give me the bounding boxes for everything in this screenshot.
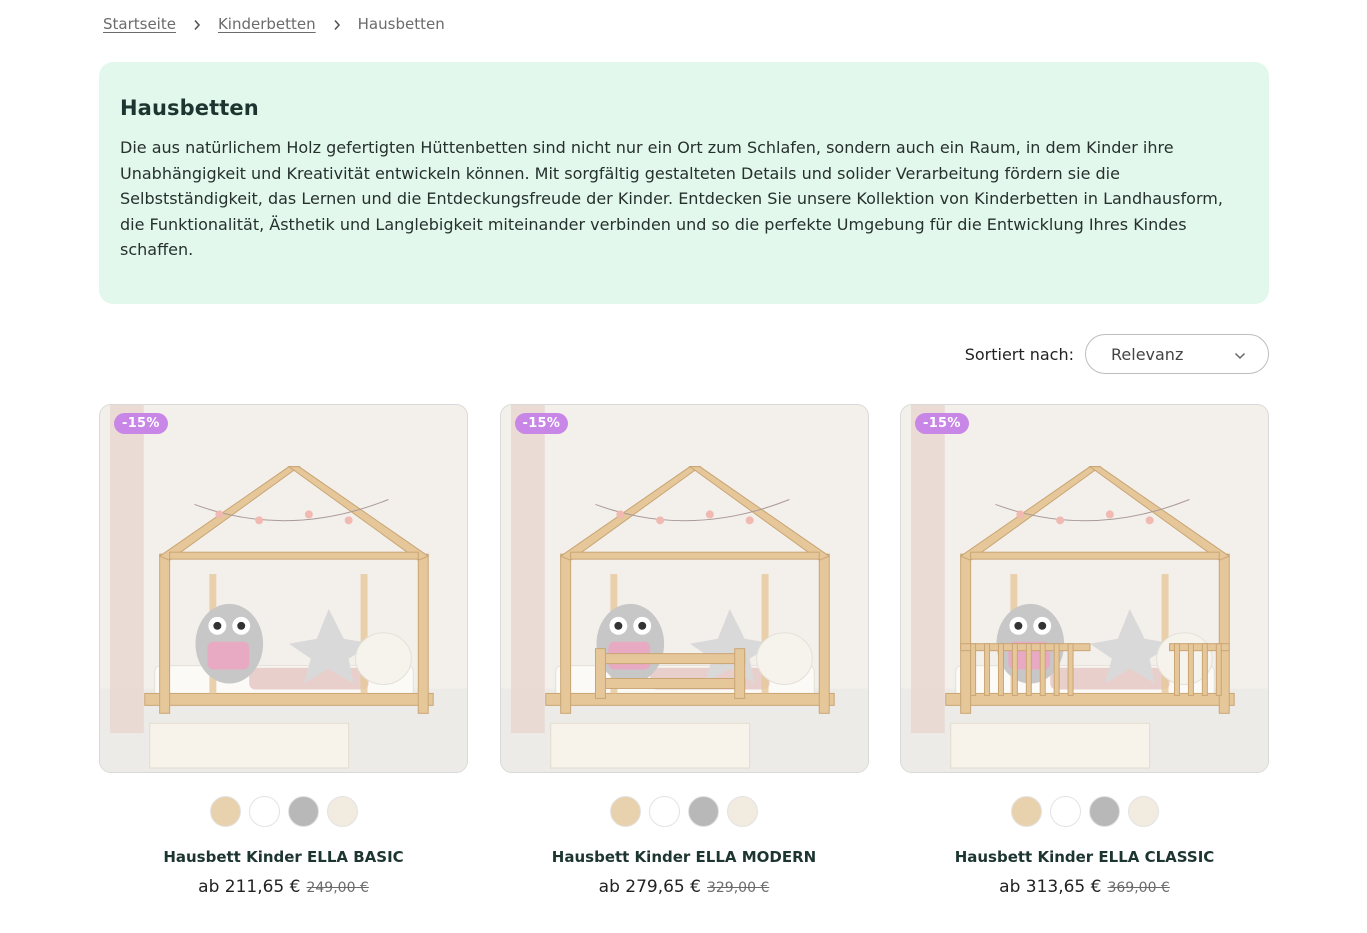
product-title[interactable]: Hausbett Kinder ELLA BASIC — [99, 848, 468, 866]
product-title[interactable]: Hausbett Kinder ELLA MODERN — [500, 848, 869, 866]
product-price: ab 279,65 € — [598, 877, 701, 897]
product-image[interactable]: -15% — [900, 404, 1269, 773]
color-swatches — [900, 796, 1269, 827]
breadcrumb: Startseite Kinderbetten Hausbetten — [103, 15, 445, 33]
product-card[interactable]: -15% Hausbett Kinder ELLA MODERN ab 279,… — [499, 404, 869, 897]
color-swatch[interactable] — [287, 796, 319, 827]
chevron-down-icon — [1234, 345, 1246, 364]
color-swatch[interactable] — [649, 796, 680, 827]
sort-select[interactable]: Relevanz — [1085, 334, 1269, 374]
product-title[interactable]: Hausbett Kinder ELLA CLASSIC — [900, 848, 1269, 866]
old-price: 369,00 € — [1107, 880, 1170, 896]
color-swatch[interactable] — [688, 796, 719, 827]
house-bed-image — [901, 405, 1268, 772]
sort-selected-value: Relevanz — [1111, 344, 1184, 364]
price-row: ab 279,65 € 329,00 € — [500, 877, 869, 897]
price-row: ab 313,65 € 369,00 € — [900, 877, 1269, 897]
price-row: ab 211,65 € 249,00 € — [99, 877, 468, 897]
old-price: 329,00 € — [706, 880, 770, 896]
product-card[interactable]: -15% Hausbett Kinder ELLA BASIC ab 211,6… — [99, 404, 468, 897]
breadcrumb-current: Hausbetten — [357, 15, 445, 33]
sort-label: Sortiert nach: — [964, 344, 1074, 364]
color-swatches — [99, 796, 468, 827]
sort-control: Sortiert nach: Relevanz — [965, 334, 1269, 374]
discount-badge: -15% — [114, 413, 168, 434]
color-swatch[interactable] — [209, 796, 241, 827]
house-bed-image — [100, 405, 467, 772]
color-swatches — [500, 796, 869, 827]
category-intro: Hausbetten Die aus natürlichem Holz gefe… — [99, 62, 1269, 304]
color-swatch[interactable] — [248, 796, 280, 827]
house-bed-image — [500, 405, 868, 772]
color-swatch[interactable] — [1049, 796, 1081, 827]
product-image[interactable]: -15% — [99, 404, 468, 773]
breadcrumb-link-home[interactable]: Startseite — [103, 15, 176, 33]
product-price: ab 313,65 € — [999, 877, 1102, 897]
color-swatch[interactable] — [326, 796, 358, 827]
discount-badge: -15% — [915, 413, 969, 434]
product-card[interactable]: -15% Hausbett Kinder ELLA CLASSIC ab 313… — [900, 404, 1269, 897]
breadcrumb-link-kinderbetten[interactable]: Kinderbetten — [218, 15, 316, 33]
discount-badge: -15% — [514, 413, 569, 434]
product-image[interactable]: -15% — [499, 404, 869, 773]
color-swatch[interactable] — [1127, 796, 1159, 827]
product-price: ab 211,65 € — [198, 877, 301, 897]
color-swatch[interactable] — [610, 796, 641, 827]
category-description: Die aus natürlichem Holz gefertigten Hüt… — [120, 138, 1223, 260]
product-grid: -15% Hausbett Kinder ELLA BASIC ab 211,6… — [99, 404, 1269, 897]
color-swatch[interactable] — [1010, 796, 1042, 827]
old-price: 249,00 € — [306, 880, 369, 896]
page-title: Hausbetten — [120, 96, 259, 120]
color-swatch[interactable] — [727, 796, 758, 827]
chevron-right-icon — [176, 15, 218, 33]
color-swatch[interactable] — [1088, 796, 1120, 827]
chevron-right-icon — [316, 15, 358, 33]
